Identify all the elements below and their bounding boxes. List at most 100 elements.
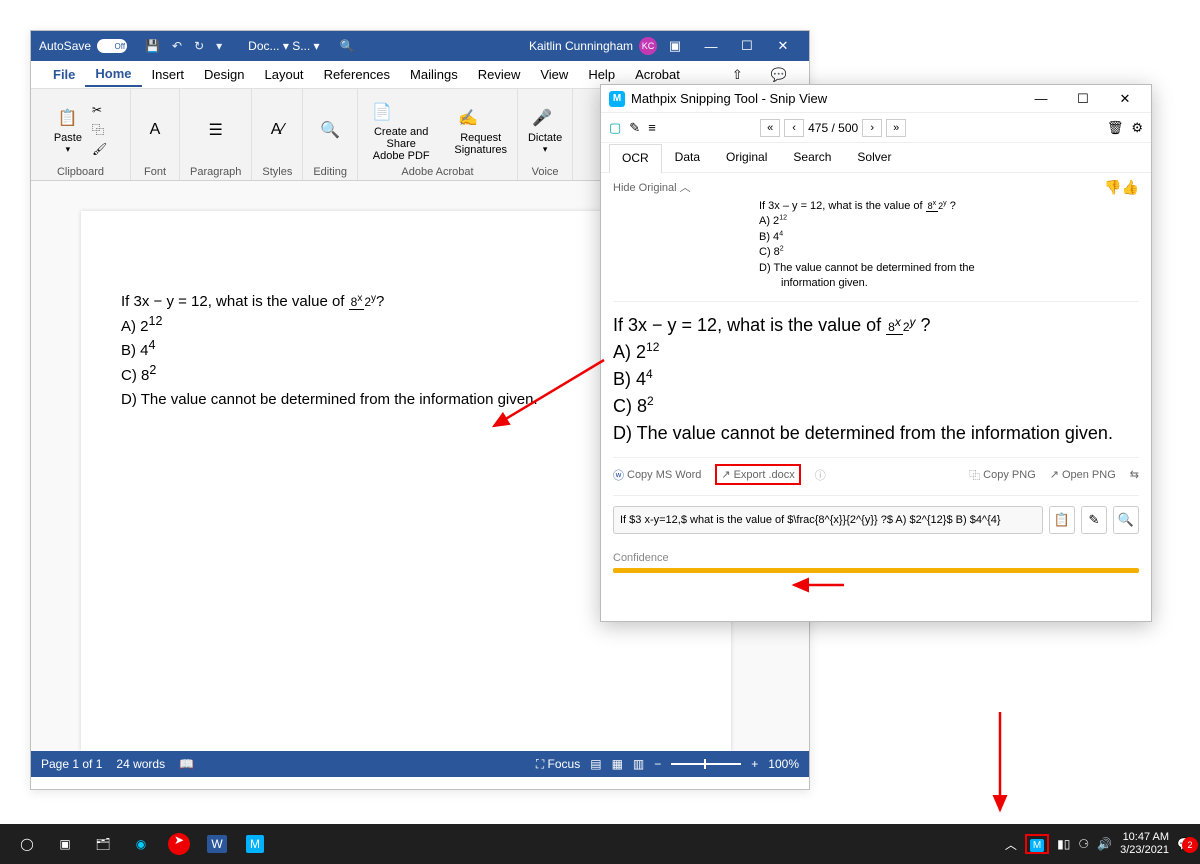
tab-view[interactable]: View bbox=[530, 63, 578, 86]
share-icon[interactable]: ⇧ bbox=[722, 63, 753, 87]
web-layout-icon[interactable]: ▥ bbox=[633, 757, 644, 771]
edit-latex-icon[interactable]: ✎ bbox=[1081, 506, 1107, 534]
tab-help[interactable]: Help bbox=[578, 63, 625, 86]
mp-close-button[interactable]: ✕ bbox=[1107, 91, 1143, 107]
tab-insert[interactable]: Insert bbox=[142, 63, 195, 86]
snip-screen-icon[interactable]: ▢ bbox=[609, 120, 621, 136]
tab-ocr[interactable]: OCR bbox=[609, 144, 662, 173]
nav-last-button[interactable]: » bbox=[886, 119, 906, 137]
read-mode-icon[interactable]: ▤ bbox=[590, 757, 601, 771]
tab-home[interactable]: Home bbox=[85, 62, 141, 87]
settings-icon[interactable]: ⚙ bbox=[1131, 120, 1143, 136]
save-icon[interactable]: 💾 bbox=[145, 39, 160, 53]
wifi-icon[interactable]: ⚆ bbox=[1078, 837, 1089, 851]
annotation-arrow-to-tray bbox=[990, 710, 1010, 818]
taskbar-clock[interactable]: 10:47 AM 3/23/2021 bbox=[1120, 831, 1169, 857]
notifications-icon[interactable]: 💬2 bbox=[1177, 837, 1192, 851]
editing-icon[interactable]: 🔍 bbox=[316, 116, 344, 144]
app-icon-2[interactable]: ➤ bbox=[160, 828, 198, 860]
search-latex-icon[interactable]: 🔍 bbox=[1113, 506, 1139, 534]
mathpix-window: M Mathpix Snipping Tool - Snip View — ☐ … bbox=[600, 84, 1152, 622]
help-icon[interactable]: ⓘ bbox=[815, 467, 826, 483]
original-snip: If 3x – y = 12, what is the value of 8x2… bbox=[759, 199, 1139, 291]
file-explorer-icon[interactable]: 🗂 bbox=[84, 828, 122, 860]
undo-icon[interactable]: ↶ bbox=[172, 39, 182, 53]
autosave-label: AutoSave bbox=[39, 39, 91, 53]
zoom-level[interactable]: 100% bbox=[768, 757, 799, 771]
nav-next-button[interactable]: › bbox=[862, 119, 882, 137]
copy-png-button[interactable]: ⿻Copy PNG bbox=[969, 467, 1036, 483]
zoom-in-button[interactable]: + bbox=[751, 757, 758, 771]
word-count[interactable]: 24 words bbox=[116, 757, 165, 771]
zoom-slider[interactable] bbox=[671, 763, 741, 765]
nav-first-button[interactable]: « bbox=[760, 119, 780, 137]
minimize-button[interactable]: — bbox=[693, 39, 729, 54]
tab-file[interactable]: File bbox=[43, 63, 85, 86]
user-area[interactable]: Kaitlin Cunningham KC bbox=[529, 37, 657, 55]
spellcheck-icon[interactable]: 📖 bbox=[179, 757, 194, 771]
tab-data[interactable]: Data bbox=[662, 143, 713, 172]
thumbs-up-icon[interactable]: 👍 bbox=[1122, 179, 1139, 196]
print-layout-icon[interactable]: ▦ bbox=[612, 757, 623, 771]
word-taskbar-icon[interactable]: W bbox=[198, 828, 236, 860]
format-painter-icon[interactable]: 🖌 bbox=[92, 142, 107, 156]
dictate-icon[interactable]: 🎤 bbox=[528, 104, 556, 132]
styles-icon[interactable]: A⁄ bbox=[263, 116, 291, 144]
hide-original-toggle[interactable]: Hide Original ︿ bbox=[613, 179, 1139, 195]
toggle-switch[interactable]: Off bbox=[97, 39, 127, 53]
tab-solver[interactable]: Solver bbox=[844, 143, 904, 172]
volume-icon[interactable]: 🔊 bbox=[1097, 837, 1112, 851]
zoom-out-button[interactable]: − bbox=[654, 757, 661, 771]
autosave-toggle[interactable]: AutoSave Off bbox=[39, 39, 127, 53]
search-icon[interactable]: 🔍 bbox=[340, 39, 355, 53]
app-icon-1[interactable]: ◉ bbox=[122, 828, 160, 860]
customize-qat-icon[interactable]: ▾ bbox=[216, 39, 222, 53]
nav-prev-button[interactable]: ‹ bbox=[784, 119, 804, 137]
confidence-label: Confidence bbox=[613, 552, 1139, 564]
mathpix-tray-icon[interactable]: M bbox=[1025, 834, 1049, 854]
paste-button[interactable]: 📋 Paste ▾ bbox=[54, 104, 82, 155]
tray-expand-icon[interactable]: ︿ bbox=[1005, 836, 1017, 853]
latex-output-bar: 📋 ✎ 🔍 bbox=[613, 506, 1139, 534]
page-count[interactable]: Page 1 of 1 bbox=[41, 757, 102, 771]
delete-icon[interactable]: 🗑 bbox=[1107, 120, 1124, 136]
tab-mailings[interactable]: Mailings bbox=[400, 63, 468, 86]
thumbs-down-icon[interactable]: 👎 bbox=[1104, 179, 1121, 196]
tab-review[interactable]: Review bbox=[468, 63, 531, 86]
edit-icon[interactable]: ✎ bbox=[629, 120, 640, 136]
mathpix-titlebar: M Mathpix Snipping Tool - Snip View — ☐ … bbox=[601, 85, 1151, 113]
mp-maximize-button[interactable]: ☐ bbox=[1065, 91, 1101, 107]
close-button[interactable]: ✕ bbox=[765, 38, 801, 54]
mathpix-toolbar: ▢ ✎ ≡ « ‹ 475 / 500 › » 🗑 ⚙ bbox=[601, 113, 1151, 143]
start-button[interactable]: ◯ bbox=[8, 828, 46, 860]
word-titlebar: AutoSave Off 💾 ↶ ↻ ▾ Doc... ▾ S... ▾ 🔍 K… bbox=[31, 31, 809, 61]
font-icon[interactable]: A bbox=[141, 116, 169, 144]
tab-search[interactable]: Search bbox=[780, 143, 844, 172]
focus-button[interactable]: ⛶ Focus bbox=[536, 757, 580, 772]
latex-input[interactable] bbox=[613, 506, 1043, 534]
tab-design[interactable]: Design bbox=[194, 63, 254, 86]
battery-icon[interactable]: ▮▯ bbox=[1057, 837, 1070, 851]
open-png-button[interactable]: ↗Open PNG bbox=[1050, 468, 1116, 481]
tab-original[interactable]: Original bbox=[713, 143, 780, 172]
maximize-button[interactable]: ☐ bbox=[729, 38, 765, 54]
paragraph-icon[interactable]: ☰ bbox=[202, 116, 230, 144]
export-docx-button[interactable]: ↗Export .docx bbox=[715, 464, 800, 485]
task-view-icon[interactable]: ▣ bbox=[46, 828, 84, 860]
mathpix-taskbar-icon[interactable]: M bbox=[236, 828, 274, 860]
mp-minimize-button[interactable]: — bbox=[1023, 91, 1059, 106]
ribbon-options-icon[interactable]: ▣ bbox=[657, 38, 693, 54]
tab-acrobat[interactable]: Acrobat bbox=[625, 63, 690, 86]
comments-icon[interactable]: 💬 bbox=[761, 63, 797, 87]
tab-references[interactable]: References bbox=[314, 63, 400, 86]
menu-icon[interactable]: ≡ bbox=[648, 120, 656, 135]
cut-icon[interactable]: ✂ bbox=[92, 103, 107, 117]
redo-icon[interactable]: ↻ bbox=[194, 39, 204, 53]
create-pdf-icon[interactable]: 📄 bbox=[368, 98, 396, 126]
copy-icon[interactable]: ⿻ bbox=[92, 121, 107, 138]
copy-ms-word-button[interactable]: ⓦCopy MS Word bbox=[613, 467, 701, 483]
tab-layout[interactable]: Layout bbox=[255, 63, 314, 86]
more-options-icon[interactable]: ⇆ bbox=[1130, 468, 1139, 481]
copy-latex-icon[interactable]: 📋 bbox=[1049, 506, 1075, 534]
signature-icon[interactable]: ✍ bbox=[454, 104, 482, 132]
